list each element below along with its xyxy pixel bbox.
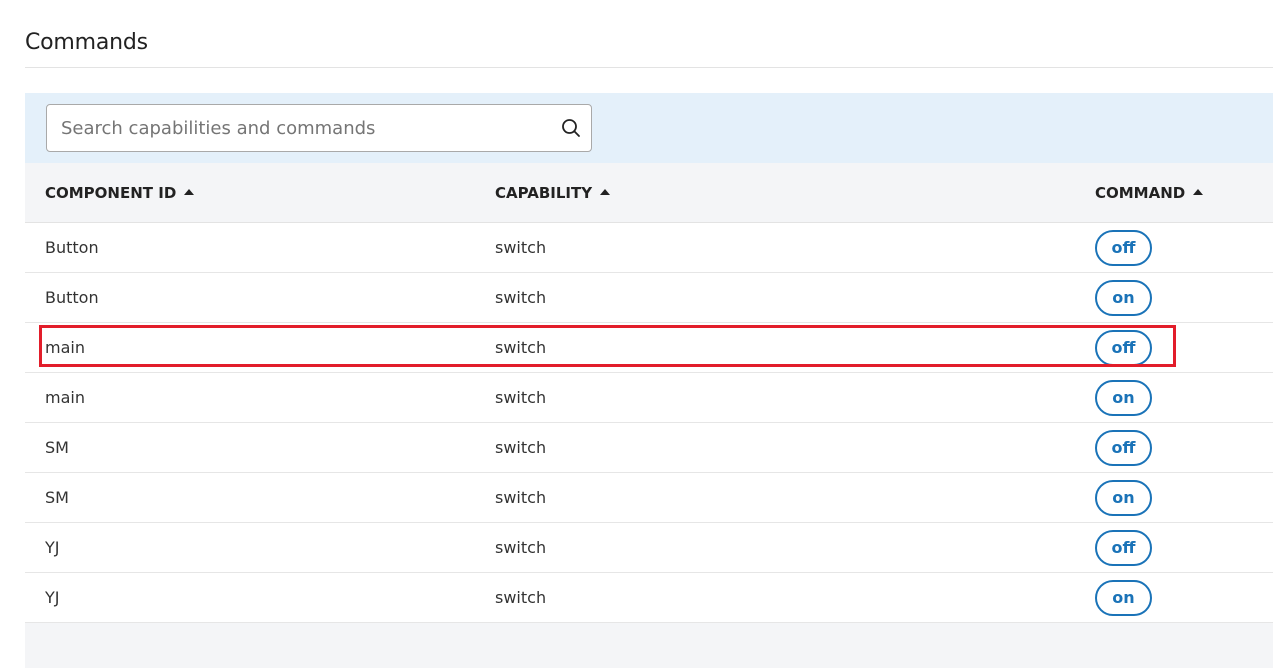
command-on-button[interactable]: on xyxy=(1095,580,1152,616)
column-header-label: COMPONENT ID xyxy=(45,184,177,202)
column-header-component-id[interactable]: COMPONENT ID xyxy=(45,163,195,223)
component-id-cell: SM xyxy=(45,488,69,507)
capability-cell: switch xyxy=(495,388,547,407)
commands-panel: COMPONENT ID CAPABILITY COMMAND Button s… xyxy=(25,93,1273,668)
column-header-label: CAPABILITY xyxy=(495,184,593,202)
search-input[interactable] xyxy=(61,105,551,151)
sort-ascending-icon xyxy=(600,189,611,195)
command-off-button[interactable]: off xyxy=(1095,530,1152,566)
search-box[interactable] xyxy=(46,104,592,152)
capability-cell: switch xyxy=(495,538,547,557)
capability-cell: switch xyxy=(495,238,547,257)
command-cell: off xyxy=(1095,530,1152,566)
command-cell: on xyxy=(1095,580,1152,616)
command-on-button[interactable]: on xyxy=(1095,280,1152,316)
component-id-cell: SM xyxy=(45,438,69,457)
sort-ascending-icon xyxy=(1193,189,1204,195)
command-cell: off xyxy=(1095,330,1152,366)
command-cell: off xyxy=(1095,230,1152,266)
component-id-cell: Button xyxy=(45,238,99,257)
column-header-label: COMMAND xyxy=(1095,184,1186,202)
command-cell: off xyxy=(1095,430,1152,466)
table-row: Button switch off xyxy=(25,223,1273,273)
table-header: COMPONENT ID CAPABILITY COMMAND xyxy=(25,163,1273,223)
page-title: Commands xyxy=(25,30,148,55)
command-on-button[interactable]: on xyxy=(1095,480,1152,516)
capability-cell: switch xyxy=(495,288,547,307)
title-divider xyxy=(25,67,1273,68)
table-row: Button switch on xyxy=(25,273,1273,323)
command-off-button[interactable]: off xyxy=(1095,230,1152,266)
table-row: YJ switch on xyxy=(25,573,1273,623)
component-id-cell: YJ xyxy=(45,538,60,557)
search-icon[interactable] xyxy=(561,118,581,138)
search-bar-area xyxy=(25,93,1273,163)
capability-cell: switch xyxy=(495,488,547,507)
table-row: YJ switch off xyxy=(25,523,1273,573)
command-cell: on xyxy=(1095,380,1152,416)
table-row: main switch off xyxy=(25,323,1273,373)
component-id-cell: main xyxy=(45,388,85,407)
capability-cell: switch xyxy=(495,338,547,357)
command-off-button[interactable]: off xyxy=(1095,430,1152,466)
command-cell: on xyxy=(1095,280,1152,316)
column-header-capability[interactable]: CAPABILITY xyxy=(495,163,611,223)
capability-cell: switch xyxy=(495,438,547,457)
table-row: SM switch on xyxy=(25,473,1273,523)
column-header-command[interactable]: COMMAND xyxy=(1095,163,1204,223)
capability-cell: switch xyxy=(495,588,547,607)
command-on-button[interactable]: on xyxy=(1095,380,1152,416)
component-id-cell: YJ xyxy=(45,588,60,607)
sort-ascending-icon xyxy=(184,189,195,195)
table-row: main switch on xyxy=(25,373,1273,423)
table-body: Button switch off Button switch on main … xyxy=(25,223,1273,623)
command-off-button[interactable]: off xyxy=(1095,330,1152,366)
table-row: SM switch off xyxy=(25,423,1273,473)
component-id-cell: Button xyxy=(45,288,99,307)
command-cell: on xyxy=(1095,480,1152,516)
component-id-cell: main xyxy=(45,338,85,357)
